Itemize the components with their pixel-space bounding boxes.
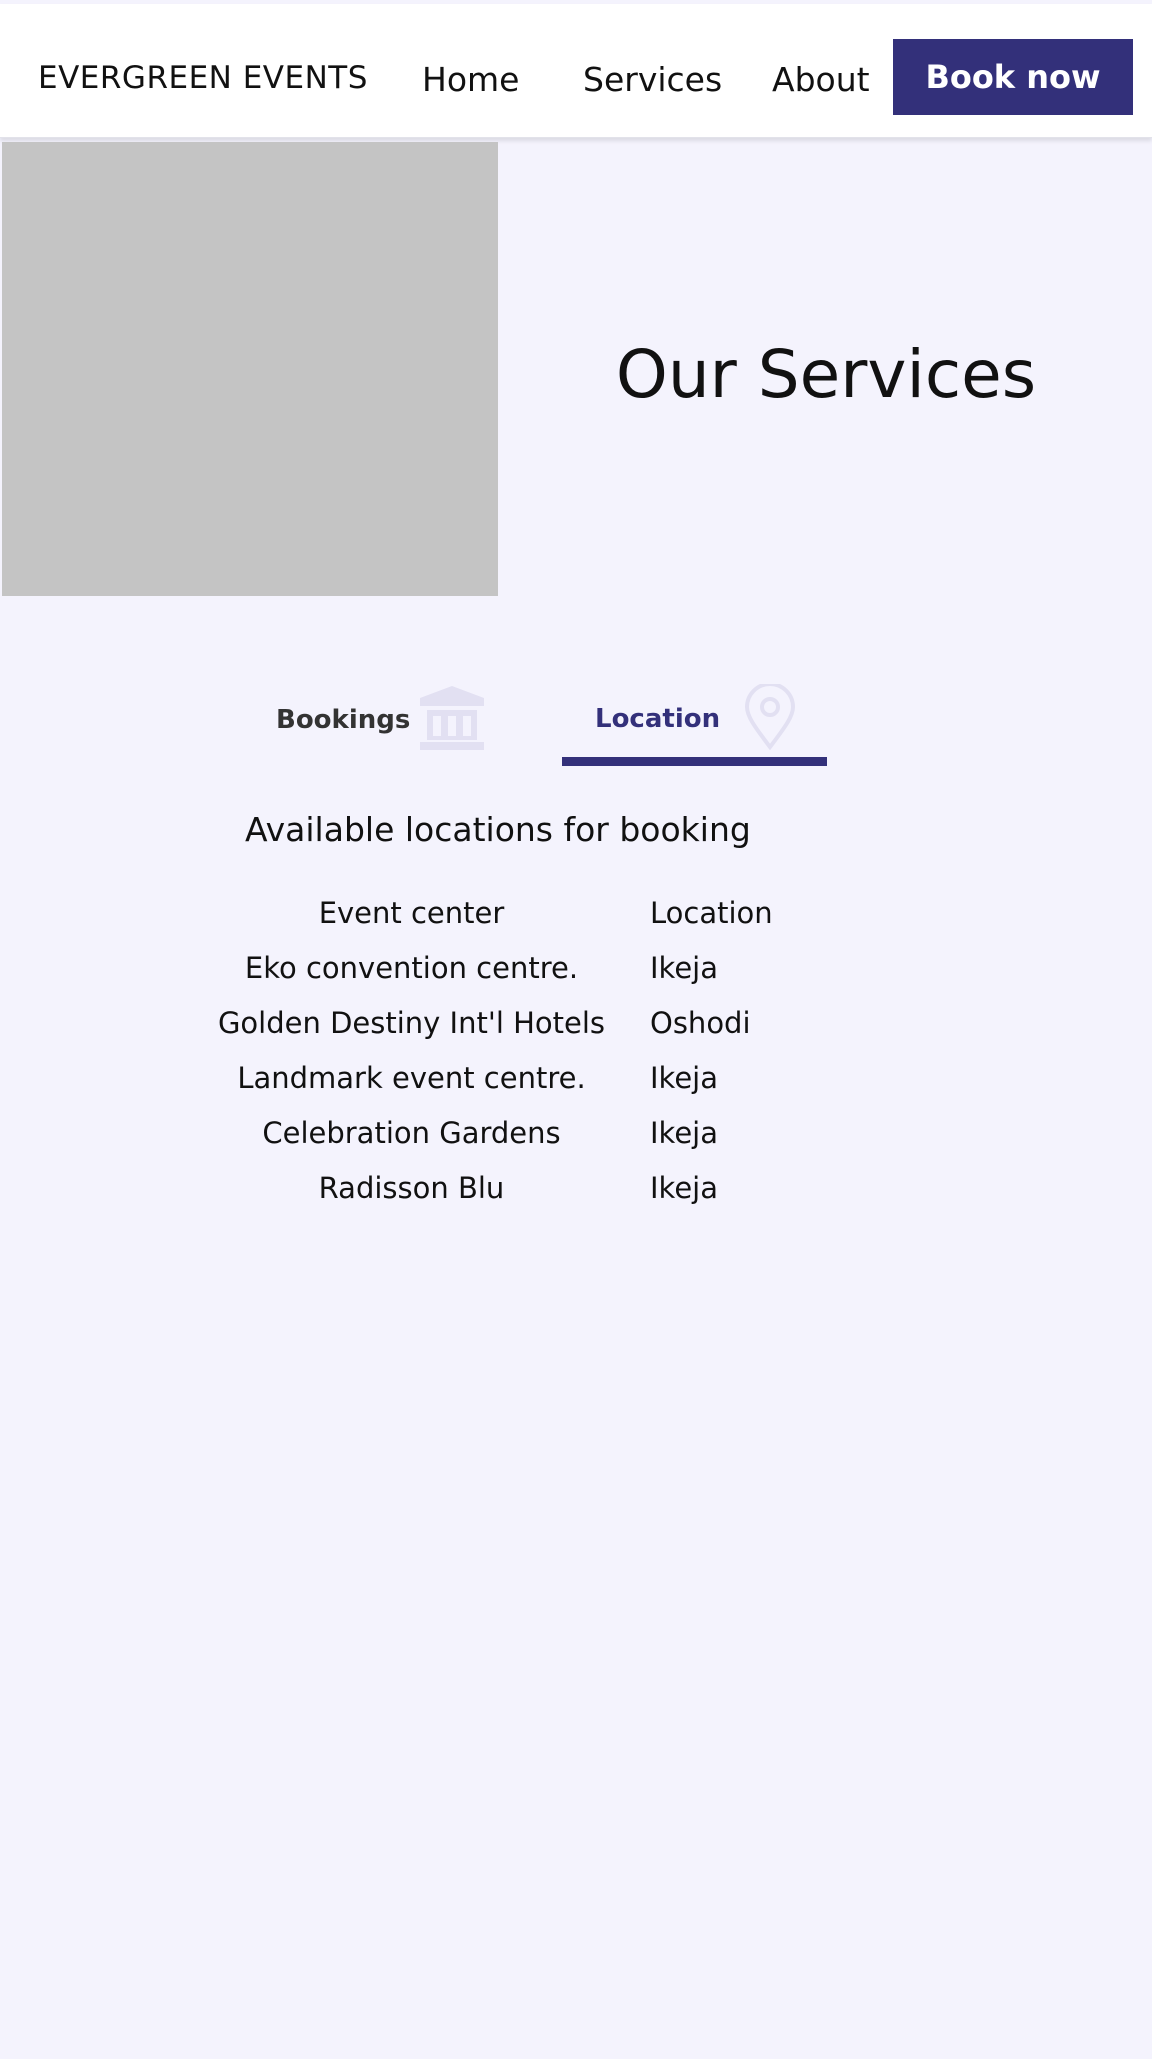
location-cell: Ikeja [650,1116,718,1150]
nav-about-link[interactable]: About [772,60,870,99]
event-center-cell: Radisson Blu [318,1171,505,1205]
locations-heading: Available locations for booking [245,810,751,849]
location-cell: Oshodi [650,1006,751,1040]
table-header-row: Event center Location [200,896,900,946]
location-cell: Ikeja [650,951,718,985]
event-center-cell: Landmark event centre. [237,1061,586,1095]
nav-services-link[interactable]: Services [583,60,722,99]
hero-image-placeholder [2,142,498,596]
tab-location-label: Location [595,704,721,734]
book-now-button[interactable]: Book now [893,39,1133,115]
table-row: Radisson Blu Ikeja [200,1171,900,1221]
location-cell: Ikeja [650,1061,718,1095]
event-center-cell: Eko convention centre. [244,951,579,985]
bank-building-icon [418,684,486,756]
map-pin-icon [744,682,796,754]
tab-location[interactable]: Location [595,682,796,754]
nav-home-link[interactable]: Home [422,60,519,99]
location-cell: Ikeja [650,1171,718,1205]
tab-bookings[interactable]: Bookings [276,684,486,756]
table-row: Celebration Gardens Ikeja [200,1116,900,1166]
table-row: Landmark event centre. Ikeja [200,1061,900,1111]
tab-bookings-label: Bookings [276,705,411,735]
table-row: Eko convention centre. Ikeja [200,951,900,1001]
navbar: EVERGREEN EVENTS Home Services About Boo… [0,4,1152,138]
event-center-cell: Celebration Gardens [262,1116,561,1150]
brand-logo-text[interactable]: EVERGREEN EVENTS [38,60,368,96]
column-header-location: Location [650,896,773,930]
table-row: Golden Destiny Int'l Hotels Oshodi [200,1006,900,1056]
column-header-event-center: Event center [318,896,505,930]
active-tab-indicator [562,757,827,766]
event-center-cell: Golden Destiny Int'l Hotels [217,1006,606,1040]
page-title: Our Services [615,336,1037,413]
